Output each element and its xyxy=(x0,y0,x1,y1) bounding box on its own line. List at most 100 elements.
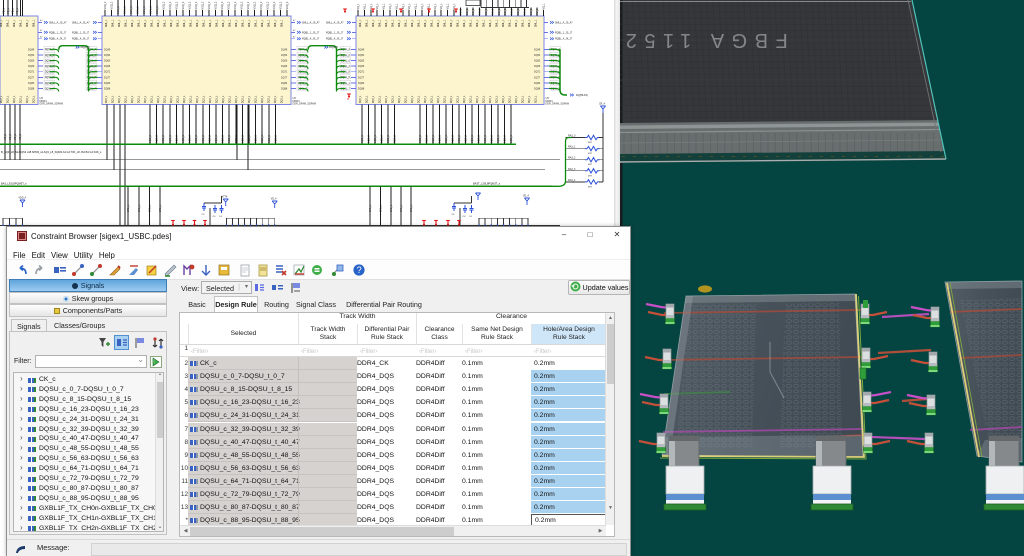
svg-text:DQ66: DQ66 xyxy=(104,65,111,68)
svg-text:DML_1: DML_1 xyxy=(419,19,421,27)
svg-text:DQ[56-63]: DQ[56-63] xyxy=(576,94,588,97)
svg-text:DML_1: DML_1 xyxy=(406,19,408,27)
svg-text:RQBL_1_JS_J7: RQBL_1_JS_J7 xyxy=(302,31,320,34)
svg-text:DQ3_L: DQ3_L xyxy=(458,95,460,103)
svg-text:DML_1: DML_1 xyxy=(171,19,173,27)
svg-text:DML_1: DML_1 xyxy=(197,19,199,27)
svg-text:4R7: 4R7 xyxy=(588,164,593,166)
svg-text:DML_1: DML_1 xyxy=(471,19,473,27)
svg-text:DML_1: DML_1 xyxy=(412,19,414,27)
svg-text:DML_1: DML_1 xyxy=(230,19,232,27)
svg-text:DQS_3: DQS_3 xyxy=(381,134,384,143)
svg-text:DML_1: DML_1 xyxy=(8,19,10,27)
svg-text:DQ49: DQ49 xyxy=(281,48,288,51)
svg-text:RQBL_1_JS_J7: RQBL_1_JS_J7 xyxy=(326,31,344,34)
svg-text:VDQ_2: VDQ_2 xyxy=(169,1,172,10)
svg-text:DQ3_L: DQ3_L xyxy=(230,95,232,103)
svg-text:DML_1: DML_1 xyxy=(14,19,16,27)
svg-text:DQ77: DQ77 xyxy=(281,76,288,79)
svg-text:VDQ_2: VDQ_2 xyxy=(273,1,276,10)
svg-text:RA3_2: RA3_2 xyxy=(568,157,576,160)
svg-text:DQ3_L: DQ3_L xyxy=(113,95,115,103)
svg-text:DQ3_L: DQ3_L xyxy=(484,95,486,103)
svg-text:DQ3_L: DQ3_L xyxy=(425,95,427,103)
svg-text:VQ_L: VQ_L xyxy=(7,7,10,14)
svg-text:DML_1: DML_1 xyxy=(262,19,264,27)
svg-text:DQ88: DQ88 xyxy=(281,88,288,91)
svg-text:DML_1: DML_1 xyxy=(223,19,225,27)
svg-text:DML_1: DML_1 xyxy=(373,19,375,27)
svg-text:DQS_3: DQS_3 xyxy=(241,134,244,143)
svg-text:DML_1: DML_1 xyxy=(490,19,492,27)
svg-text:DML_1: DML_1 xyxy=(399,19,401,27)
svg-text:VQ_1: VQ_1 xyxy=(376,3,379,10)
svg-text:VDQ_2: VDQ_2 xyxy=(208,1,211,10)
svg-text:BA1_L: BA1_L xyxy=(127,204,130,212)
svg-text:VDD_4: VDD_4 xyxy=(19,198,27,200)
svg-text:DQ71: DQ71 xyxy=(534,71,541,74)
svg-text:DQ3_L: DQ3_L xyxy=(432,95,434,103)
svg-text:DML_1: DML_1 xyxy=(143,6,146,14)
svg-text:DQ54: DQ54 xyxy=(534,54,541,57)
svg-text:DML_1: DML_1 xyxy=(536,19,538,27)
svg-text:DM_3: DM_3 xyxy=(530,8,533,15)
svg-text:DM_3: DM_3 xyxy=(485,8,488,15)
svg-text:VQ_1: VQ_1 xyxy=(363,3,366,10)
svg-text:DQS_3: DQS_3 xyxy=(439,134,442,143)
svg-text:DQ3_L: DQ3_L xyxy=(438,95,440,103)
svg-text:DQS_3: DQS_3 xyxy=(510,134,513,143)
svg-text:DML_1: DML_1 xyxy=(393,19,395,27)
svg-text:VDQ_2: VDQ_2 xyxy=(267,1,270,10)
svg-text:A7: A7 xyxy=(40,29,43,32)
svg-text:CR_4: CR_4 xyxy=(599,104,606,106)
svg-text:DQ3_L: DQ3_L xyxy=(223,95,225,103)
svg-text:DML_1: DML_1 xyxy=(34,19,36,27)
svg-text:DQ3_L: DQ3_L xyxy=(197,95,199,103)
svg-text:DQ3_L: DQ3_L xyxy=(21,95,23,103)
svg-text:DQ[0-7]: DQ[0-7] xyxy=(81,46,90,49)
svg-text:DML_1: DML_1 xyxy=(464,19,466,27)
svg-text:DQS_3: DQS_3 xyxy=(182,134,185,143)
svg-text:DQ3_L: DQ3_L xyxy=(477,95,479,103)
svg-text:DQS_3: DQS_3 xyxy=(471,134,474,143)
svg-text:DML_1: DML_1 xyxy=(137,6,140,14)
svg-text:VDQ_2: VDQ_2 xyxy=(228,1,231,10)
svg-text:SMLL_A_JS_A7: SMLL_A_JS_A7 xyxy=(302,21,320,24)
svg-text:DQ3_L: DQ3_L xyxy=(451,95,453,103)
svg-text:DQ3_L: DQ3_L xyxy=(386,95,388,103)
svg-text:DQS_3: DQS_3 xyxy=(368,134,371,143)
svg-text:DQS_3: DQS_3 xyxy=(255,134,258,143)
svg-text:DQ3_L: DQ3_L xyxy=(373,95,375,103)
svg-text:DQ3_L: DQ3_L xyxy=(14,95,16,103)
svg-text:DM_3: DM_3 xyxy=(536,8,539,15)
svg-text:C4: C4 xyxy=(213,216,217,218)
svg-text:DQ3_L: DQ3_L xyxy=(204,95,206,103)
svg-text:DML_1: DML_1 xyxy=(497,19,499,27)
svg-text:DML_1: DML_1 xyxy=(204,19,206,27)
svg-text:DQS_3: DQS_3 xyxy=(419,134,422,143)
svg-text:VDQ_2: VDQ_2 xyxy=(280,1,283,10)
svg-text:RQBL_1_JS_J7: RQBL_1_JS_J7 xyxy=(555,31,573,34)
svg-text:DQ88: DQ88 xyxy=(534,88,541,91)
svg-text:DQ3_L: DQ3_L xyxy=(406,95,408,103)
svg-text:DQ54: DQ54 xyxy=(358,54,365,57)
svg-text:DQ3_L: DQ3_L xyxy=(165,95,167,103)
svg-text:DML_1: DML_1 xyxy=(510,19,512,27)
svg-text:DML_1: DML_1 xyxy=(21,19,23,27)
svg-text:DML_1: DML_1 xyxy=(152,19,154,27)
svg-text:RA3_1: RA3_1 xyxy=(568,146,576,149)
svg-text:DQ82: DQ82 xyxy=(104,82,111,85)
svg-text:DQ82: DQ82 xyxy=(281,82,288,85)
svg-text:DQ3_L: DQ3_L xyxy=(399,95,401,103)
svg-text:DQ3_L: DQ3_L xyxy=(132,95,134,103)
svg-text:A7: A7 xyxy=(40,19,43,22)
svg-text:DQ3_L: DQ3_L xyxy=(217,95,219,103)
svg-text:DQ82: DQ82 xyxy=(358,82,365,85)
svg-text:DML_1: DML_1 xyxy=(256,19,258,27)
svg-text:DQ71: DQ71 xyxy=(358,71,365,74)
svg-text:DQ77: DQ77 xyxy=(534,76,541,79)
svg-text:DQ3_L: DQ3_L xyxy=(145,95,147,103)
svg-text:DQ3_L: DQ3_L xyxy=(510,95,512,103)
svg-text:DQ3_L: DQ3_L xyxy=(464,95,466,103)
svg-text:A7: A7 xyxy=(293,29,296,32)
